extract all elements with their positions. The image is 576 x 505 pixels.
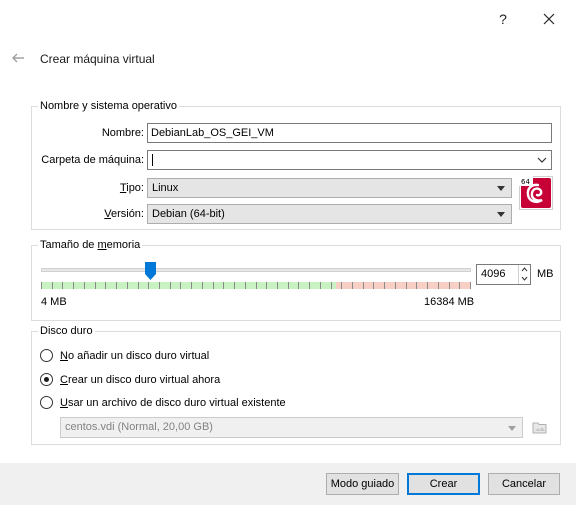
type-select[interactable]: Linux xyxy=(147,178,512,198)
radio-label: Usar un archivo de disco duro virtual ex… xyxy=(60,397,286,409)
dropdown-arrow-icon xyxy=(497,186,505,191)
existing-disk-value: centos.vdi (Normal, 20,00 GB) xyxy=(65,421,213,433)
version-select[interactable]: Debian (64-bit) xyxy=(147,204,512,224)
type-label: Tipo: xyxy=(119,182,144,194)
spin-down-button[interactable] xyxy=(519,274,530,283)
radio-button[interactable] xyxy=(40,373,53,386)
version-value: Debian (64-bit) xyxy=(152,208,225,220)
existing-disk-select: centos.vdi (Normal, 20,00 GB) xyxy=(60,417,523,438)
memory-min-label: 4 MB xyxy=(41,296,67,308)
choose-disk-button xyxy=(531,418,549,436)
debian-64-icon: 64 xyxy=(519,176,553,210)
radio-button[interactable] xyxy=(40,396,53,409)
title-bar: ? xyxy=(0,0,576,40)
memory-scale xyxy=(41,282,471,289)
name-input[interactable]: DebianLab_OS_GEI_VM xyxy=(147,123,552,143)
memory-legend: Tamaño de memoria xyxy=(38,239,143,252)
folder-label: Carpeta de máquina: xyxy=(41,154,144,166)
radio-button[interactable] xyxy=(40,349,53,362)
page-title: Crear máquina virtual xyxy=(40,52,155,66)
close-button[interactable] xyxy=(535,8,563,30)
back-arrow-icon xyxy=(12,53,24,63)
hard-disk-legend: Disco duro xyxy=(38,325,95,338)
chevron-up-icon xyxy=(521,267,528,272)
type-value: Linux xyxy=(152,182,179,194)
memory-slider-thumb[interactable] xyxy=(145,262,156,280)
version-label: Versión: xyxy=(104,208,144,220)
os-64-badge: 64 xyxy=(521,178,530,186)
radio-label: No añadir un disco duro virtual xyxy=(60,350,210,362)
memory-value: 4096 xyxy=(481,268,506,280)
cancel-button[interactable]: Cancelar xyxy=(488,473,560,495)
dropdown-arrow-icon xyxy=(497,212,505,217)
name-os-legend: Nombre y sistema operativo xyxy=(38,100,179,113)
memory-spinbox[interactable]: 4096 xyxy=(476,264,531,285)
back-button[interactable] xyxy=(10,50,26,66)
name-label: Nombre: xyxy=(101,127,144,139)
help-button[interactable]: ? xyxy=(492,8,514,30)
spin-up-button[interactable] xyxy=(519,265,530,274)
create-button[interactable]: Crear xyxy=(407,473,480,495)
folder-combobox[interactable] xyxy=(147,150,552,170)
memory-slider-track[interactable] xyxy=(41,268,471,272)
close-icon xyxy=(543,13,555,25)
chevron-down-icon xyxy=(521,276,528,281)
guided-mode-button[interactable]: Modo guiado xyxy=(326,473,399,495)
memory-scale-ticks xyxy=(41,282,471,289)
radio-label: Crear un disco duro virtual ahora xyxy=(60,374,221,386)
memory-unit: MB xyxy=(537,268,554,280)
memory-max-label: 16384 MB xyxy=(424,296,475,308)
dropdown-arrow-icon xyxy=(508,426,516,431)
text-caret xyxy=(152,154,153,166)
chevron-down-icon[interactable] xyxy=(537,155,547,165)
folder-icon xyxy=(532,422,547,434)
